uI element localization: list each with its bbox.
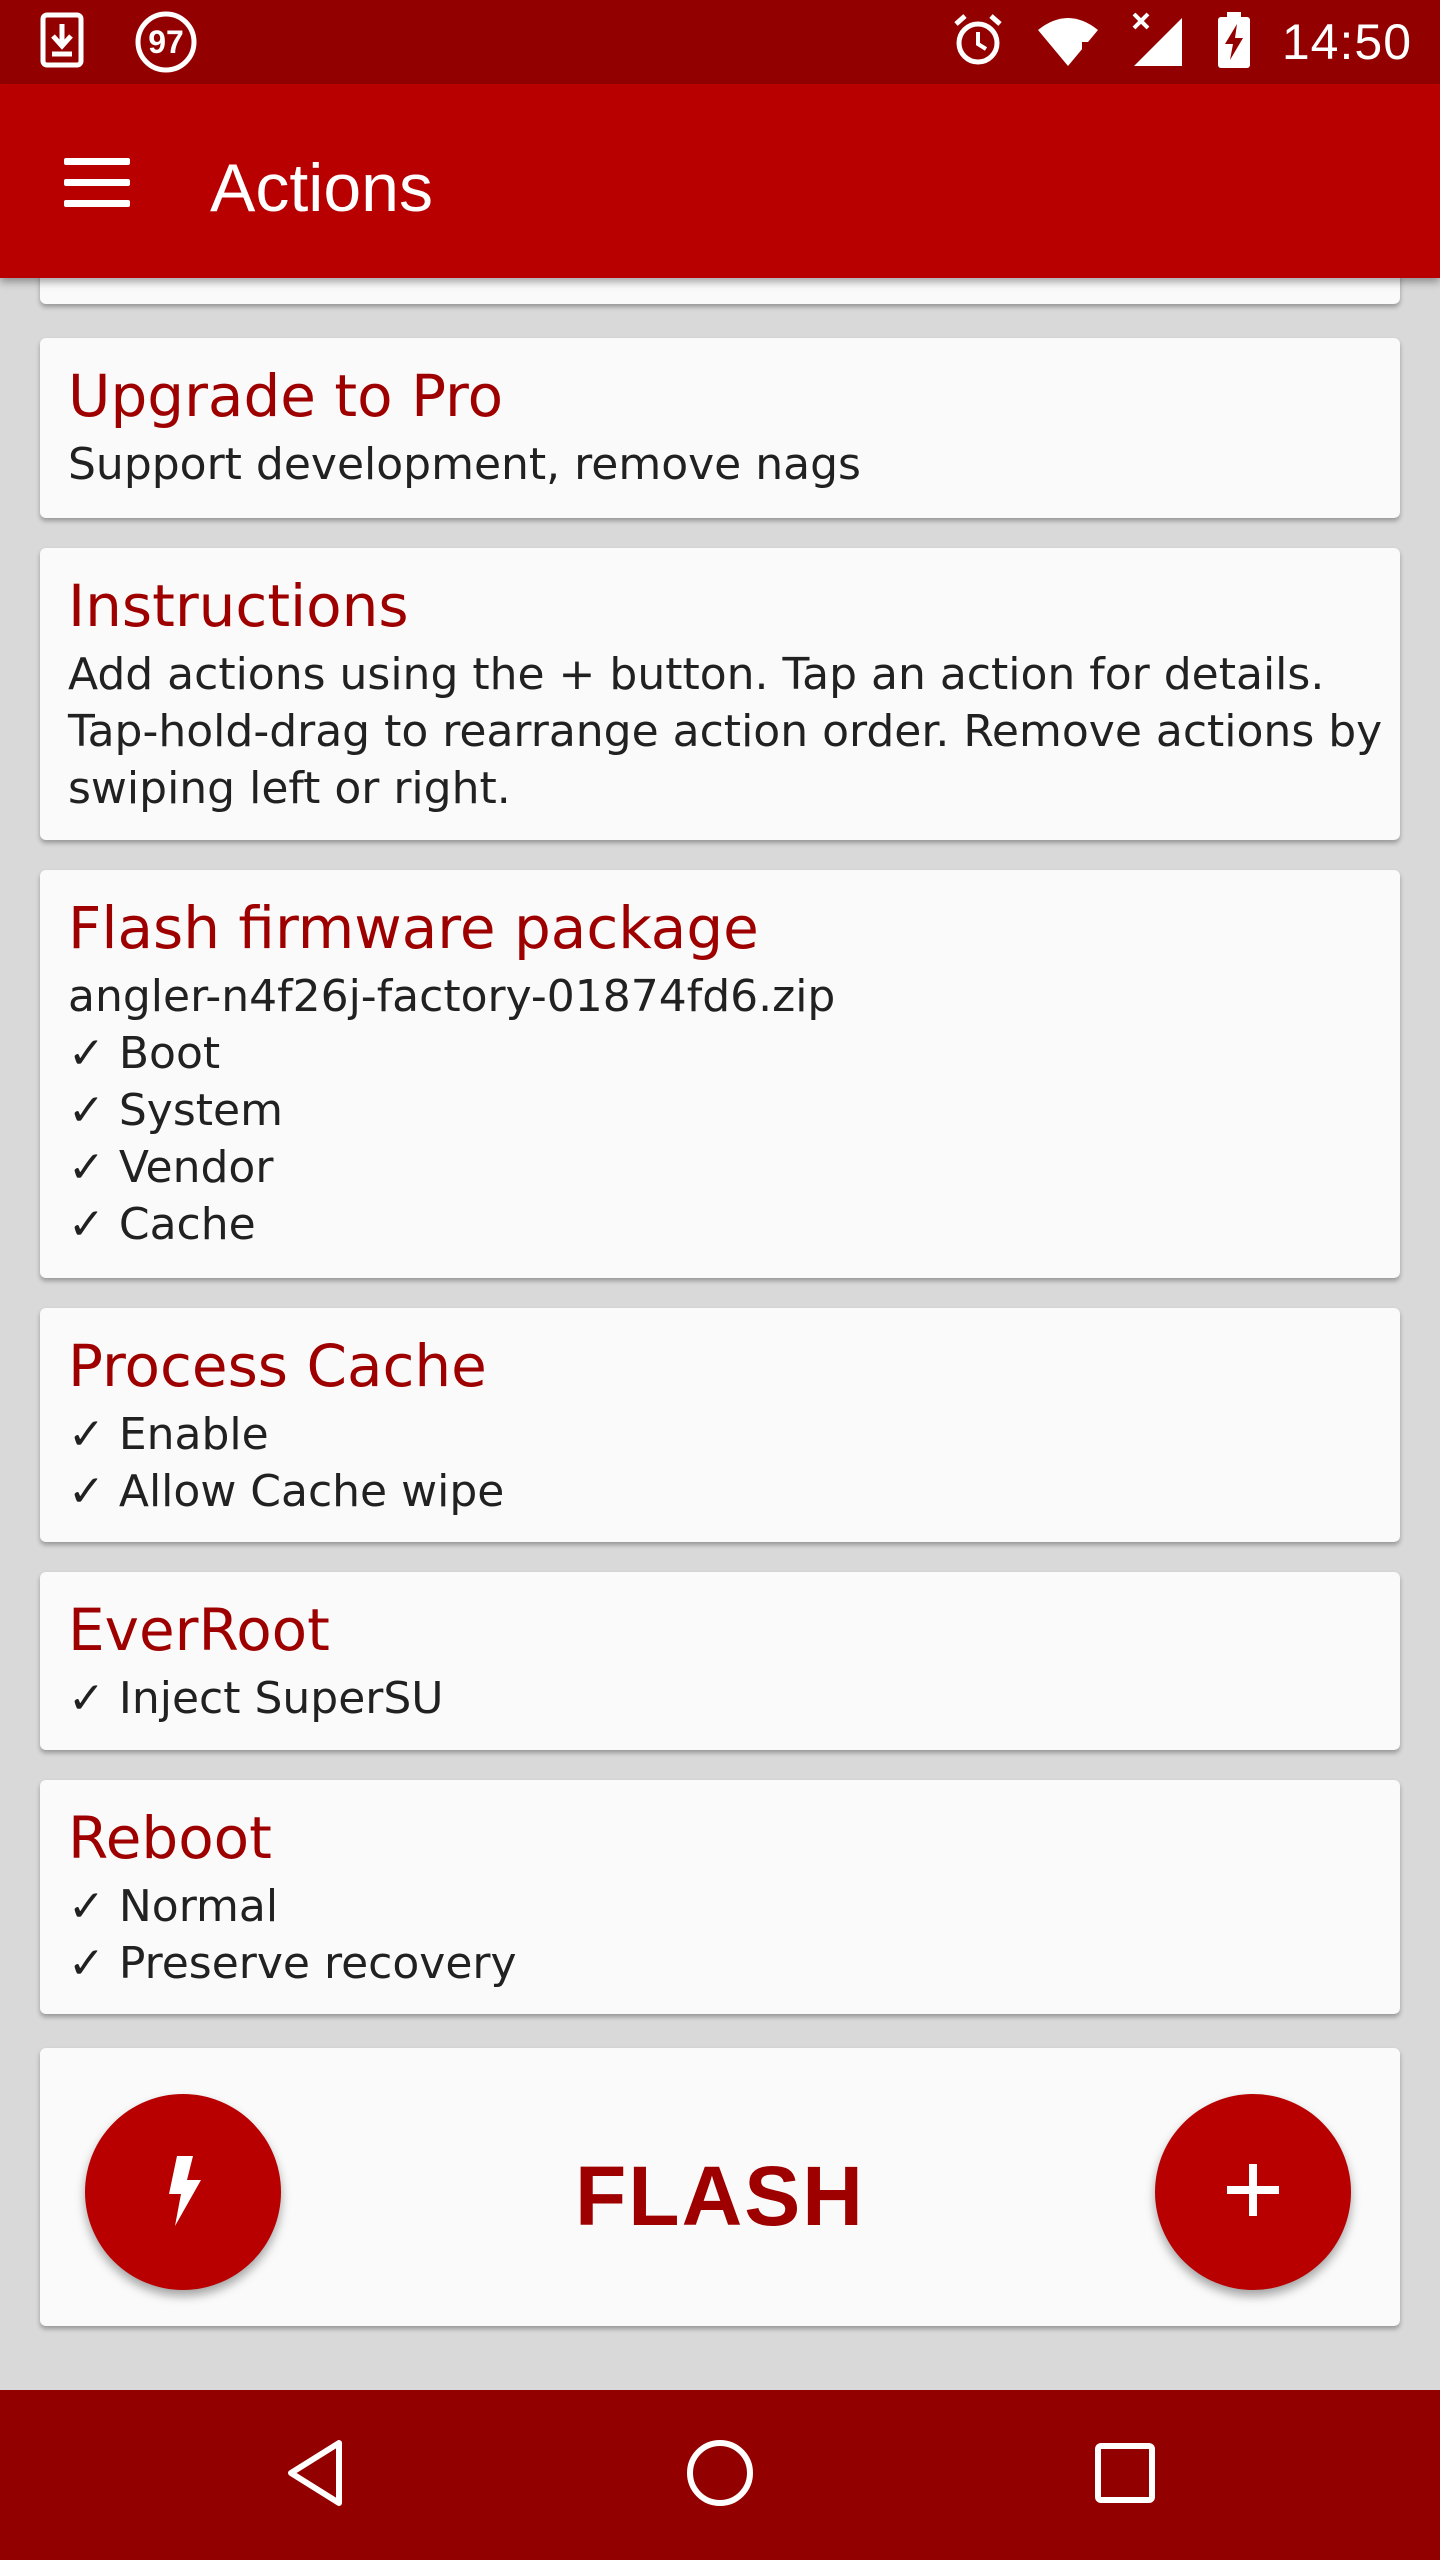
actions-list[interactable]: Upgrade to Pro Support development, remo… [0,278,1440,2390]
status-bar: 97 14:50 [0,0,1440,84]
alarm-icon [950,12,1006,72]
card-title: Reboot [68,1804,272,1872]
action-card-partial[interactable] [40,278,1400,304]
add-action-button[interactable] [1155,2094,1351,2290]
card-line: swiping left or right. [68,763,511,814]
home-button[interactable] [670,2430,770,2520]
card-line: ✓ Preserve recovery [68,1938,517,1989]
wifi-icon [1036,12,1100,72]
card-title: EverRoot [68,1596,330,1664]
action-card-instructions[interactable]: Instructions Add actions using the + but… [40,548,1400,840]
recents-button[interactable] [1075,2430,1175,2520]
signal-icon [1130,12,1186,72]
status-time: 14:50 [1281,14,1412,70]
card-line: ✓ Normal [68,1881,279,1932]
action-card-reboot[interactable]: Reboot ✓ Normal ✓ Preserve recovery [40,1780,1400,2014]
card-line: Support development, remove nags [68,439,861,490]
notification-count-badge: 97 [134,10,198,74]
card-line: Add actions using the + button. Tap an a… [68,649,1325,700]
action-card-flash-firmware[interactable]: Flash firmware package angler-n4f26j-fac… [40,870,1400,1278]
flash-panel: FLASH [40,2048,1400,2326]
card-line: ✓ Allow Cache wipe [68,1466,505,1517]
action-card-everroot[interactable]: EverRoot ✓ Inject SuperSU [40,1572,1400,1750]
navigation-bar [0,2390,1440,2560]
card-title: Instructions [68,572,409,640]
recents-icon [1093,2441,1157,2509]
back-button[interactable] [265,2430,365,2520]
action-card-upgrade[interactable]: Upgrade to Pro Support development, remo… [40,338,1400,518]
app-bar: Actions [0,84,1440,278]
home-icon [684,2437,756,2513]
card-title: Flash firmware package [68,894,759,962]
card-line: ✓ Cache [68,1199,256,1250]
card-line: ✓ Vendor [68,1142,274,1193]
back-icon [283,2437,347,2513]
card-line: angler-n4f26j-factory-01874fd6.zip [68,971,836,1022]
card-line: ✓ Boot [68,1028,221,1079]
page-title: Actions [210,150,433,226]
card-title: Upgrade to Pro [68,362,504,430]
card-line: ✓ System [68,1085,283,1136]
card-line: Tap-hold-drag to rearrange action order.… [68,706,1383,757]
battery-charging-icon [1216,12,1252,72]
card-line: ✓ Enable [68,1409,269,1460]
hamburger-menu-icon[interactable] [50,140,146,224]
notification-count: 97 [148,24,184,60]
card-title: Process Cache [68,1332,487,1400]
action-card-process-cache[interactable]: Process Cache ✓ Enable ✓ Allow Cache wip… [40,1308,1400,1542]
plus-icon [1223,2160,1283,2224]
download-icon [40,12,84,72]
card-line: ✓ Inject SuperSU [68,1673,444,1724]
